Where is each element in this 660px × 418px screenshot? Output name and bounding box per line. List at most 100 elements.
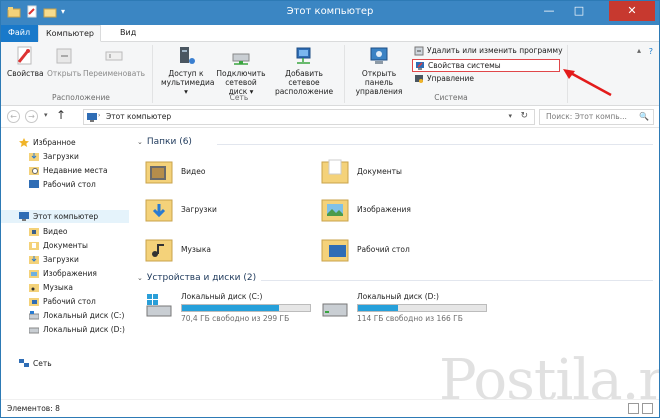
large-icons-view-icon[interactable] [642, 403, 653, 414]
nav-favorite-downloads[interactable]: Загрузки [29, 150, 79, 163]
system-properties-button[interactable]: Свойства системы [412, 59, 560, 72]
folder-item[interactable]: Документы [321, 158, 402, 184]
nav-item-label: Загрузки [43, 152, 79, 161]
nav-favorites-label: Избранное [33, 138, 76, 147]
nav-network-label: Сеть [33, 359, 52, 368]
explorer-window: ▾ Этот компьютер — □ ✕ Файл Компьютер Ви… [0, 0, 660, 418]
up-button[interactable]: ↑ [56, 108, 66, 122]
nav-favorite-recent[interactable]: Недавние места [29, 164, 108, 177]
folder-item[interactable]: Видео [145, 158, 205, 184]
nav-pc-item[interactable]: Документы [29, 239, 88, 252]
breadcrumb-this-pc[interactable]: Этот компьютер [106, 112, 171, 121]
nav-pc-item[interactable]: Музыка [29, 281, 73, 294]
minimize-button[interactable]: — [535, 1, 563, 21]
folders-section-header[interactable]: ⌄ Папки (6) [137, 137, 192, 147]
music-folder-icon [29, 283, 39, 292]
ribbon-minimize-icon[interactable]: ▴ [637, 46, 641, 55]
nav-this-pc[interactable]: Этот компьютер [1, 210, 129, 223]
computer-icon [19, 212, 29, 221]
status-bar: Элементов: 8 [1, 399, 659, 417]
folder-label: Документы [357, 166, 402, 176]
nav-pc-item[interactable]: Рабочий стол [29, 295, 96, 308]
group-system-label: Система [434, 93, 468, 102]
nav-pc-item[interactable]: Локальный диск (D:) [28, 323, 125, 336]
network-location-icon [293, 45, 315, 67]
folder-label: Рабочий стол [357, 244, 410, 254]
nav-favorites[interactable]: Избранное [19, 136, 76, 149]
pictures-folder-icon [321, 196, 349, 222]
drive-item[interactable]: Локальный диск (D:) 114 ГБ свободно из 1… [321, 292, 491, 328]
tab-file[interactable]: Файл [1, 25, 38, 42]
drive-name: Локальный диск (D:) [357, 292, 439, 301]
nav-network[interactable]: Сеть [19, 357, 52, 370]
documents-folder-icon [29, 241, 39, 250]
nav-item-label: Видео [43, 227, 68, 236]
drive-icon [28, 325, 40, 334]
details-view-icon[interactable] [628, 403, 639, 414]
pictures-folder-icon [29, 269, 39, 278]
folder-item[interactable]: Рабочий стол [321, 236, 410, 262]
drive-usage-bar [181, 304, 311, 312]
control-panel-button[interactable]: Открыть панель управления [349, 45, 409, 96]
downloads-icon [29, 152, 39, 161]
control-panel-icon [368, 45, 390, 67]
nav-item-label: Документы [43, 241, 88, 250]
nav-pc-item[interactable]: Загрузки [29, 253, 79, 266]
manage-button[interactable]: Управление [414, 73, 474, 84]
tab-computer[interactable]: Компьютер [38, 25, 101, 42]
folder-item[interactable]: Изображения [321, 196, 411, 222]
search-box[interactable]: Поиск: Этот компь... 🔍 [539, 109, 654, 125]
folder-label: Видео [181, 166, 206, 176]
drive-item[interactable]: Локальный диск (C:) 70,4 ГБ свободно из … [145, 292, 315, 328]
open-button[interactable]: Открыть [47, 45, 81, 78]
title-bar: ▾ Этот компьютер — □ ✕ [1, 1, 659, 25]
drive-free-space: 114 ГБ свободно из 166 ГБ [357, 314, 463, 323]
music-folder-icon [145, 236, 173, 262]
refresh-button[interactable]: ↻ [520, 111, 528, 121]
maximize-button[interactable]: □ [565, 1, 593, 21]
address-row: ← → ▾ ↑ › Этот компьютер ▾ ↻ Поиск: Этот… [1, 106, 659, 128]
nav-scrollbar[interactable] [131, 128, 134, 399]
address-bar[interactable]: › Этот компьютер ▾ ↻ [83, 109, 535, 125]
ribbon-tabs: Файл Компьютер Вид [1, 25, 659, 42]
group-separator [344, 45, 345, 103]
nav-pc-item[interactable]: Локальный диск (C:) [28, 309, 124, 322]
uninstall-label: Удалить или изменить программу [427, 46, 563, 55]
nav-favorite-desktop[interactable]: Рабочий стол [29, 178, 96, 191]
uninstall-program-button[interactable]: Удалить или изменить программу [414, 45, 563, 56]
drive-usage-fill [358, 305, 398, 311]
nav-pc-item[interactable]: Видео [29, 225, 67, 238]
rename-icon [103, 45, 125, 67]
group-network-label: Сеть [229, 93, 249, 102]
nav-pc-item[interactable]: Изображения [29, 267, 97, 280]
map-drive-button[interactable]: Подключить сетевой диск ▾ [215, 45, 267, 96]
drives-section-header[interactable]: ⌄ Устройства и диски (2) [137, 273, 256, 283]
forward-button[interactable]: → [25, 110, 38, 123]
downloads-folder-icon [145, 196, 173, 222]
drive-name: Локальный диск (C:) [181, 292, 263, 301]
network-drive-icon [230, 45, 252, 67]
media-access-button[interactable]: Доступ к мультимедиа ▾ [161, 45, 214, 96]
recent-locations-icon[interactable]: ▾ [44, 111, 48, 119]
ribbon-help-icon[interactable]: ? [649, 47, 653, 56]
address-dropdown-icon[interactable]: ▾ [508, 112, 512, 120]
computer-icon [87, 113, 97, 124]
video-folder-icon [29, 227, 39, 236]
chevron-down-icon: ⌄ [137, 274, 143, 282]
breadcrumb-separator-icon: › [98, 112, 101, 119]
search-icon: 🔍 [639, 112, 649, 121]
back-button[interactable]: ← [7, 110, 20, 123]
section-divider [261, 280, 653, 281]
recent-places-icon [29, 166, 39, 175]
close-button[interactable]: ✕ [609, 1, 655, 21]
properties-button[interactable]: Свойства [7, 45, 44, 78]
folder-item[interactable]: Музыка [145, 236, 211, 262]
folder-item[interactable]: Загрузки [145, 196, 217, 222]
tab-view[interactable]: Вид [111, 25, 145, 42]
add-network-location-button[interactable]: Добавить сетевое расположение [269, 45, 339, 96]
group-separator [152, 45, 153, 103]
nav-item-label: Локальный диск (D:) [43, 325, 125, 334]
rename-button[interactable]: Переименовать [83, 45, 145, 78]
media-server-icon [175, 45, 197, 67]
desktop-icon [29, 297, 39, 306]
